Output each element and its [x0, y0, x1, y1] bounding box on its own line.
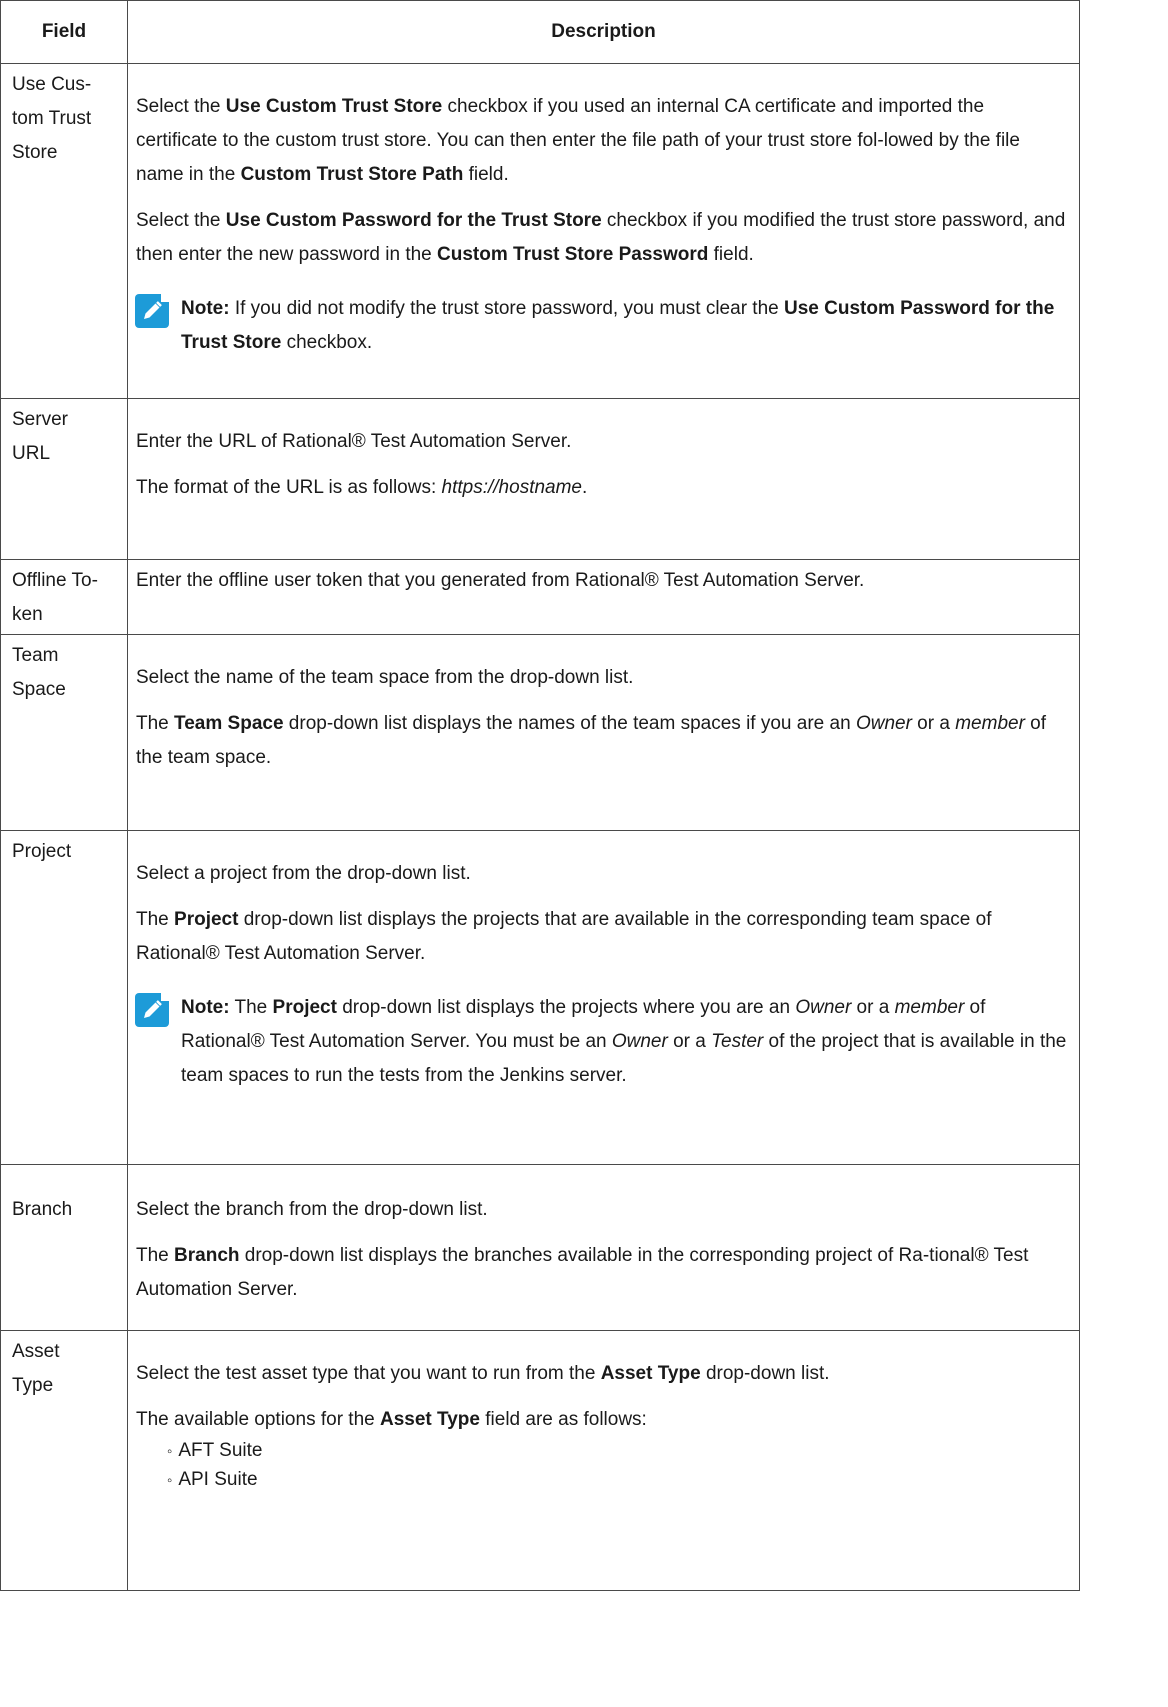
field-description: Select a project from the drop-down list… [127, 830, 1080, 1165]
field-name: Project [0, 830, 128, 1165]
table-row: Branch Select the branch from the drop-d… [0, 1164, 1080, 1331]
table-row: Server URL Enter the URL of Rational® Tes… [0, 398, 1080, 560]
paragraph: The Team Space drop-down list displays t… [136, 713, 1047, 768]
note-pencil-icon [135, 294, 169, 328]
list-item: API Suite [167, 1466, 1069, 1495]
table-row: Offline To-ken Enter the offline user to… [0, 559, 1080, 635]
field-name: Server URL [0, 398, 128, 560]
table-header-row: Field Description [0, 0, 1080, 64]
field-name: Asset Type [0, 1330, 128, 1591]
field-name: Branch [0, 1164, 128, 1331]
note-text: Note: The Project drop-down list display… [181, 997, 1067, 1086]
note-text: Note: If you did not modify the trust st… [181, 298, 1055, 353]
paragraph: The available options for the Asset Type… [136, 1409, 647, 1430]
paragraph: Select the test asset type that you want… [136, 1363, 830, 1384]
table-row: Team Space Select the name of the team sp… [0, 634, 1080, 831]
field-description: Enter the URL of Rational® Test Automati… [127, 398, 1080, 560]
asset-type-options: AFT Suite API Suite [136, 1437, 1069, 1495]
paragraph: The Project drop-down list displays the … [136, 909, 992, 964]
table-row: Asset Type Select the test asset type tha… [0, 1330, 1080, 1591]
header-description: Description [127, 0, 1080, 64]
paragraph: Select the Use Custom Trust Store checkb… [136, 96, 1020, 185]
field-description: Select the name of the team space from t… [127, 634, 1080, 831]
paragraph: The format of the URL is as follows: htt… [136, 477, 588, 498]
table-row: Project Select a project from the drop-d… [0, 830, 1080, 1165]
fields-table: Field Description Use Cus-tom Trust Store… [0, 0, 1080, 1591]
note-pencil-icon [135, 993, 169, 1027]
list-item: AFT Suite [167, 1437, 1069, 1466]
paragraph: The Branch drop-down list displays the b… [136, 1245, 1029, 1300]
field-name: Offline To-ken [0, 559, 128, 635]
field-label: Use Cus-tom Trust Store [12, 74, 92, 163]
field-description: Select the Use Custom Trust Store checkb… [127, 63, 1080, 399]
header-field: Field [0, 0, 128, 64]
field-description: Select the test asset type that you want… [127, 1330, 1080, 1591]
note-box: Note: If you did not modify the trust st… [135, 292, 1069, 360]
paragraph: Select the Use Custom Password for the T… [136, 210, 1066, 265]
field-name: Use Cus-tom Trust Store [0, 63, 128, 399]
table-row: Use Cus-tom Trust Store Select the Use Cu… [0, 63, 1080, 399]
note-box: Note: The Project drop-down list display… [135, 991, 1069, 1093]
field-description: Enter the offline user token that you ge… [127, 559, 1080, 635]
field-description: Select the branch from the drop-down lis… [127, 1164, 1080, 1331]
field-name: Team Space [0, 634, 128, 831]
